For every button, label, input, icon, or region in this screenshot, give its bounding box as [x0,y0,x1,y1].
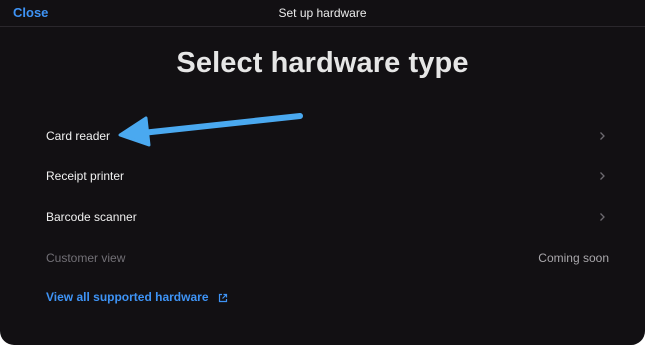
hardware-item-label: Card reader [46,129,111,143]
hardware-item-customer-view: Customer view Coming soon [46,244,612,272]
coming-soon-status: Coming soon [538,251,609,265]
view-all-hardware-label: View all supported hardware [46,290,209,304]
page-title: Set up hardware [278,6,367,20]
chevron-right-icon [600,172,605,180]
chevron-right-icon [600,132,605,140]
top-bar: Close Set up hardware [0,0,645,27]
view-all-hardware-link[interactable]: View all supported hardware [46,290,228,308]
hardware-item-barcode-scanner[interactable]: Barcode scanner [46,203,612,231]
hardware-setup-screen: Close Set up hardware Select hardware ty… [0,0,645,345]
window-frame: Close Set up hardware Select hardware ty… [0,0,650,351]
section-heading: Select hardware type [176,47,469,79]
arrow-annotation [118,113,303,147]
hardware-item-label: Customer view [46,251,126,265]
external-link-icon [218,293,227,302]
chevron-right-icon [600,213,605,221]
hardware-item-label: Receipt printer [46,169,125,183]
hardware-item-receipt-printer[interactable]: Receipt printer [46,162,612,190]
hardware-item-label: Barcode scanner [46,210,137,224]
